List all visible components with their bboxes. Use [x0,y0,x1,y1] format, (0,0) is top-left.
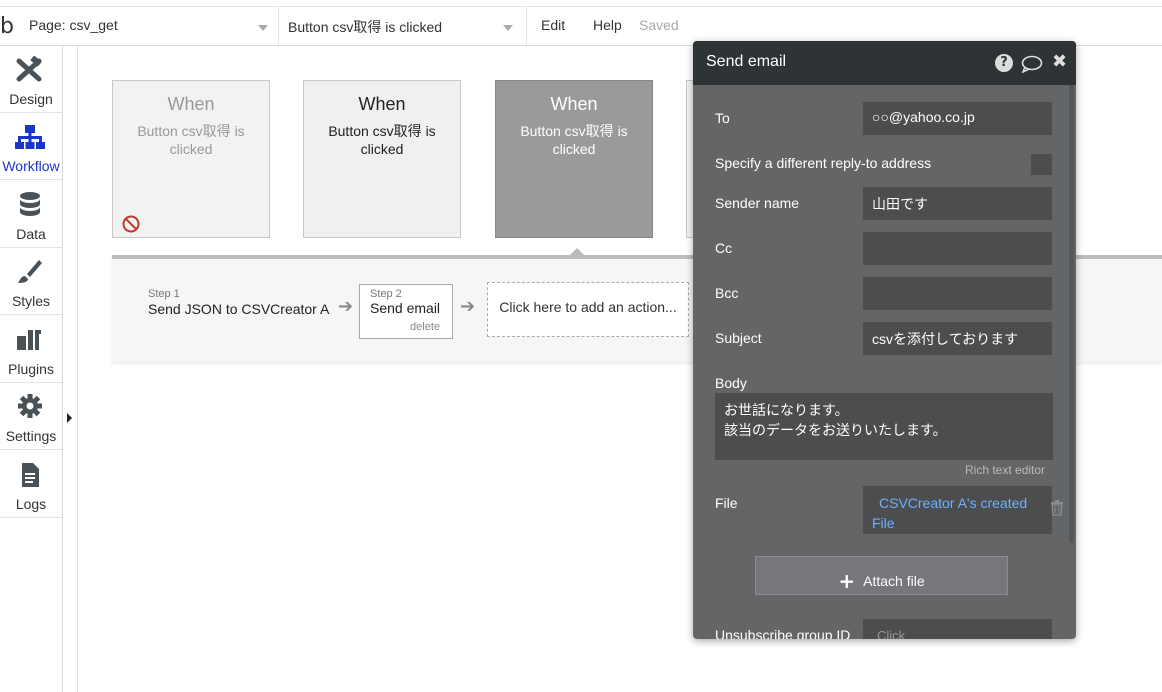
brush-icon [18,260,42,283]
event-card[interactable]: When Button csv取得 is clicked [303,80,461,238]
body-field[interactable]: お世話になります。 該当のデータをお送りいたします。 [715,393,1053,460]
panel-header: Send email ? ✖ [693,41,1076,85]
rich-text-editor-link[interactable]: Rich text editor [965,463,1045,477]
sidebar-item-label: Workflow [2,158,60,174]
delete-step-link[interactable]: delete [410,321,440,333]
step-title: Send JSON to CSVCreator A [148,301,330,317]
top-bar: b Page: csv_get Button csv取得 is clicked … [0,6,1162,46]
chevron-down-icon [258,25,268,31]
file-field[interactable]: CSVCreator A's created File [863,486,1052,534]
to-label: To [715,110,730,126]
step-number: Step 1 [148,288,180,300]
disabled-icon [122,215,140,233]
sidebar-item-settings[interactable]: Settings [0,383,62,450]
sidebar-item-data[interactable]: Data [0,181,62,248]
sidebar-item-label: Settings [5,428,57,444]
page-selector[interactable]: Page: csv_get [20,7,279,46]
send-email-panel: Send email ? ✖ To ○○@yahoo.co.jp Specify… [693,41,1076,639]
sidebar: Design Workflow Data Styles Plugins Sett… [0,46,63,692]
plugin-icon [17,330,41,350]
body-line: 該当のデータをお送りいたします。 [724,422,947,438]
bcc-label: Bcc [715,285,739,301]
cc-field[interactable] [863,232,1052,265]
close-icon[interactable]: ✖ [1052,51,1067,72]
sidebar-item-workflow[interactable]: Workflow [0,113,62,180]
database-icon [20,192,40,216]
body-label: Body [715,375,747,391]
design-icon [16,56,42,82]
sidebar-item-label: Data [16,226,46,242]
file-value: CSVCreator A's created File [872,495,1028,531]
page-selector-label: Page: csv_get [29,17,118,33]
event-description: Button csv取得 is clicked [328,123,436,157]
comment-icon[interactable] [1021,55,1043,73]
save-status: Saved [639,17,679,33]
event-selector[interactable]: Button csv取得 is clicked [279,7,527,46]
reply-to-label: Specify a different reply-to address [715,155,932,171]
attach-file-button[interactable]: + Attach file [755,556,1008,595]
plus-icon: + [838,569,856,593]
event-when: When [167,94,215,114]
chevron-down-icon [503,25,513,31]
file-label: File [715,495,738,511]
menu-edit[interactable]: Edit [541,17,565,33]
divider [77,46,78,692]
sender-name-label: Sender name [715,195,800,211]
bubble-logo[interactable]: b [0,14,14,39]
sidebar-item-label: Styles [11,293,51,309]
subject-field[interactable]: csvを添付しております [863,322,1052,355]
sender-name-field[interactable]: 山田です [863,187,1052,220]
unsubscribe-group-field[interactable]: Click [863,619,1052,639]
event-card-selected[interactable]: When Button csv取得 is clicked [495,80,653,238]
panel-title: Send email [706,53,787,70]
menu-help[interactable]: Help [593,17,622,33]
event-description: Button csv取得 is clicked [520,123,628,157]
gear-icon [18,394,42,418]
sidebar-item-label: Plugins [8,361,54,377]
event-when: When [550,94,598,114]
event-card[interactable]: When Button csv取得 is clicked [112,80,270,238]
event-description: Button csv取得 is clicked [137,123,245,157]
sidebar-item-logs[interactable]: Logs [0,451,62,518]
sidebar-item-label: Design [9,91,53,107]
event-selector-label: Button csv取得 is clicked [288,19,443,35]
document-icon [22,463,39,487]
add-action-button[interactable]: Click here to add an action... [487,282,689,337]
event-when: When [358,94,406,114]
reply-to-checkbox[interactable] [1031,154,1052,175]
bcc-field[interactable] [863,277,1052,310]
sidebar-item-styles[interactable]: Styles [0,248,62,315]
arrow-right-icon: ➔ [338,296,354,317]
trash-icon[interactable] [1050,500,1064,516]
to-field[interactable]: ○○@yahoo.co.jp [863,102,1052,135]
workflow-icon [15,125,45,149]
sidebar-item-design[interactable]: Design [0,46,62,113]
arrow-right-icon: ➔ [460,296,476,317]
step-number: Step 2 [370,288,402,300]
subject-label: Subject [715,330,762,346]
cc-label: Cc [715,240,733,256]
help-icon[interactable]: ? [995,54,1013,72]
sidebar-item-label: Logs [15,496,47,512]
unsubscribe-group-label: Unsubscribe group ID [715,627,851,639]
sidebar-item-plugins[interactable]: Plugins [0,316,62,383]
step-1[interactable]: Step 1 Send JSON to CSVCreator A [148,288,329,317]
body-line: お世話になります。 [724,402,849,418]
step-title: Send email [370,300,441,316]
panel-scrollbar[interactable] [1069,85,1074,543]
collapse-arrow-icon[interactable] [67,413,72,423]
attach-file-label: Attach file [863,573,925,589]
step-2[interactable]: Step 2 Send email delete [359,284,453,339]
